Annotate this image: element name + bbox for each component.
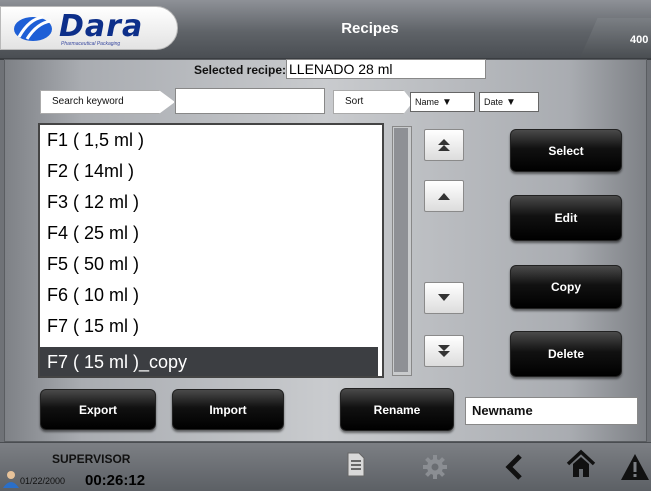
logo-text: Dara [59,9,144,44]
double-chevron-up-icon [438,139,450,151]
select-button[interactable]: Select [510,129,622,172]
user-icon [3,471,19,488]
chevron-down-icon: ▼ [442,97,452,108]
list-item-selected[interactable]: F7 ( 15 ml )_copy [40,347,378,376]
scroll-top-button[interactable] [424,129,464,161]
time-display: 00:26:12 [85,472,146,489]
sort-name-dropdown[interactable]: Name ▼ [410,92,475,112]
list-item[interactable]: F5 ( 50 ml ) [47,249,139,279]
double-chevron-down-icon [438,345,450,357]
list-item[interactable]: F4 ( 25 ml ) [47,218,139,248]
warning-icon[interactable] [620,452,650,482]
chevron-down-icon: ▼ [506,97,516,108]
delete-button[interactable]: Delete [510,331,622,377]
recipe-list[interactable]: F1 ( 1,5 ml ) F2 ( 14ml ) F3 ( 12 ml ) F… [38,123,384,378]
search-keyword-label: Search keyword [40,90,175,114]
list-item[interactable]: F6 ( 10 ml ) [47,280,139,310]
rename-button[interactable]: Rename [340,388,454,431]
copy-button[interactable]: Copy [510,265,622,309]
logo: Dara Pharmaceutical Packaging [0,6,178,50]
edit-button[interactable]: Edit [510,195,622,241]
corner-number: 400 [630,34,649,46]
page-title: Recipes [341,20,399,37]
sort-name-label: Name [415,97,440,107]
list-item[interactable]: F7 ( 15 ml ) [47,311,139,341]
sort-label: Sort [333,90,413,114]
import-button[interactable]: Import [172,389,284,430]
chevron-down-icon [438,294,450,301]
logo-swoosh-icon [14,15,52,41]
date-display: 01/22/2000 [20,476,66,486]
list-item[interactable]: F3 ( 12 ml ) [47,187,139,217]
user-name: SUPERVISOR [52,452,131,466]
chevron-up-icon [438,193,450,200]
scroll-down-button[interactable] [424,282,464,314]
sort-date-label: Date [484,97,504,107]
back-chevron-icon[interactable] [500,452,530,482]
list-item[interactable]: F1 ( 1,5 ml ) [47,125,144,155]
document-icon[interactable] [340,449,370,479]
scroll-up-button[interactable] [424,180,464,212]
export-button[interactable]: Export [40,389,156,430]
sort-date-dropdown[interactable]: Date ▼ [479,92,539,112]
selected-recipe-label: Selected recipe: [193,63,286,77]
rename-input[interactable]: Newname [465,397,638,425]
search-input[interactable] [175,88,325,114]
list-item[interactable]: F2 ( 14ml ) [47,156,134,186]
logo-subtitle: Pharmaceutical Packaging [61,41,121,47]
home-icon[interactable] [566,449,596,479]
scroll-bottom-button[interactable] [424,335,464,367]
selected-recipe-value: LLENADO 28 ml [286,59,486,79]
scrollbar-thumb[interactable] [394,128,408,372]
gear-icon[interactable] [420,452,450,482]
